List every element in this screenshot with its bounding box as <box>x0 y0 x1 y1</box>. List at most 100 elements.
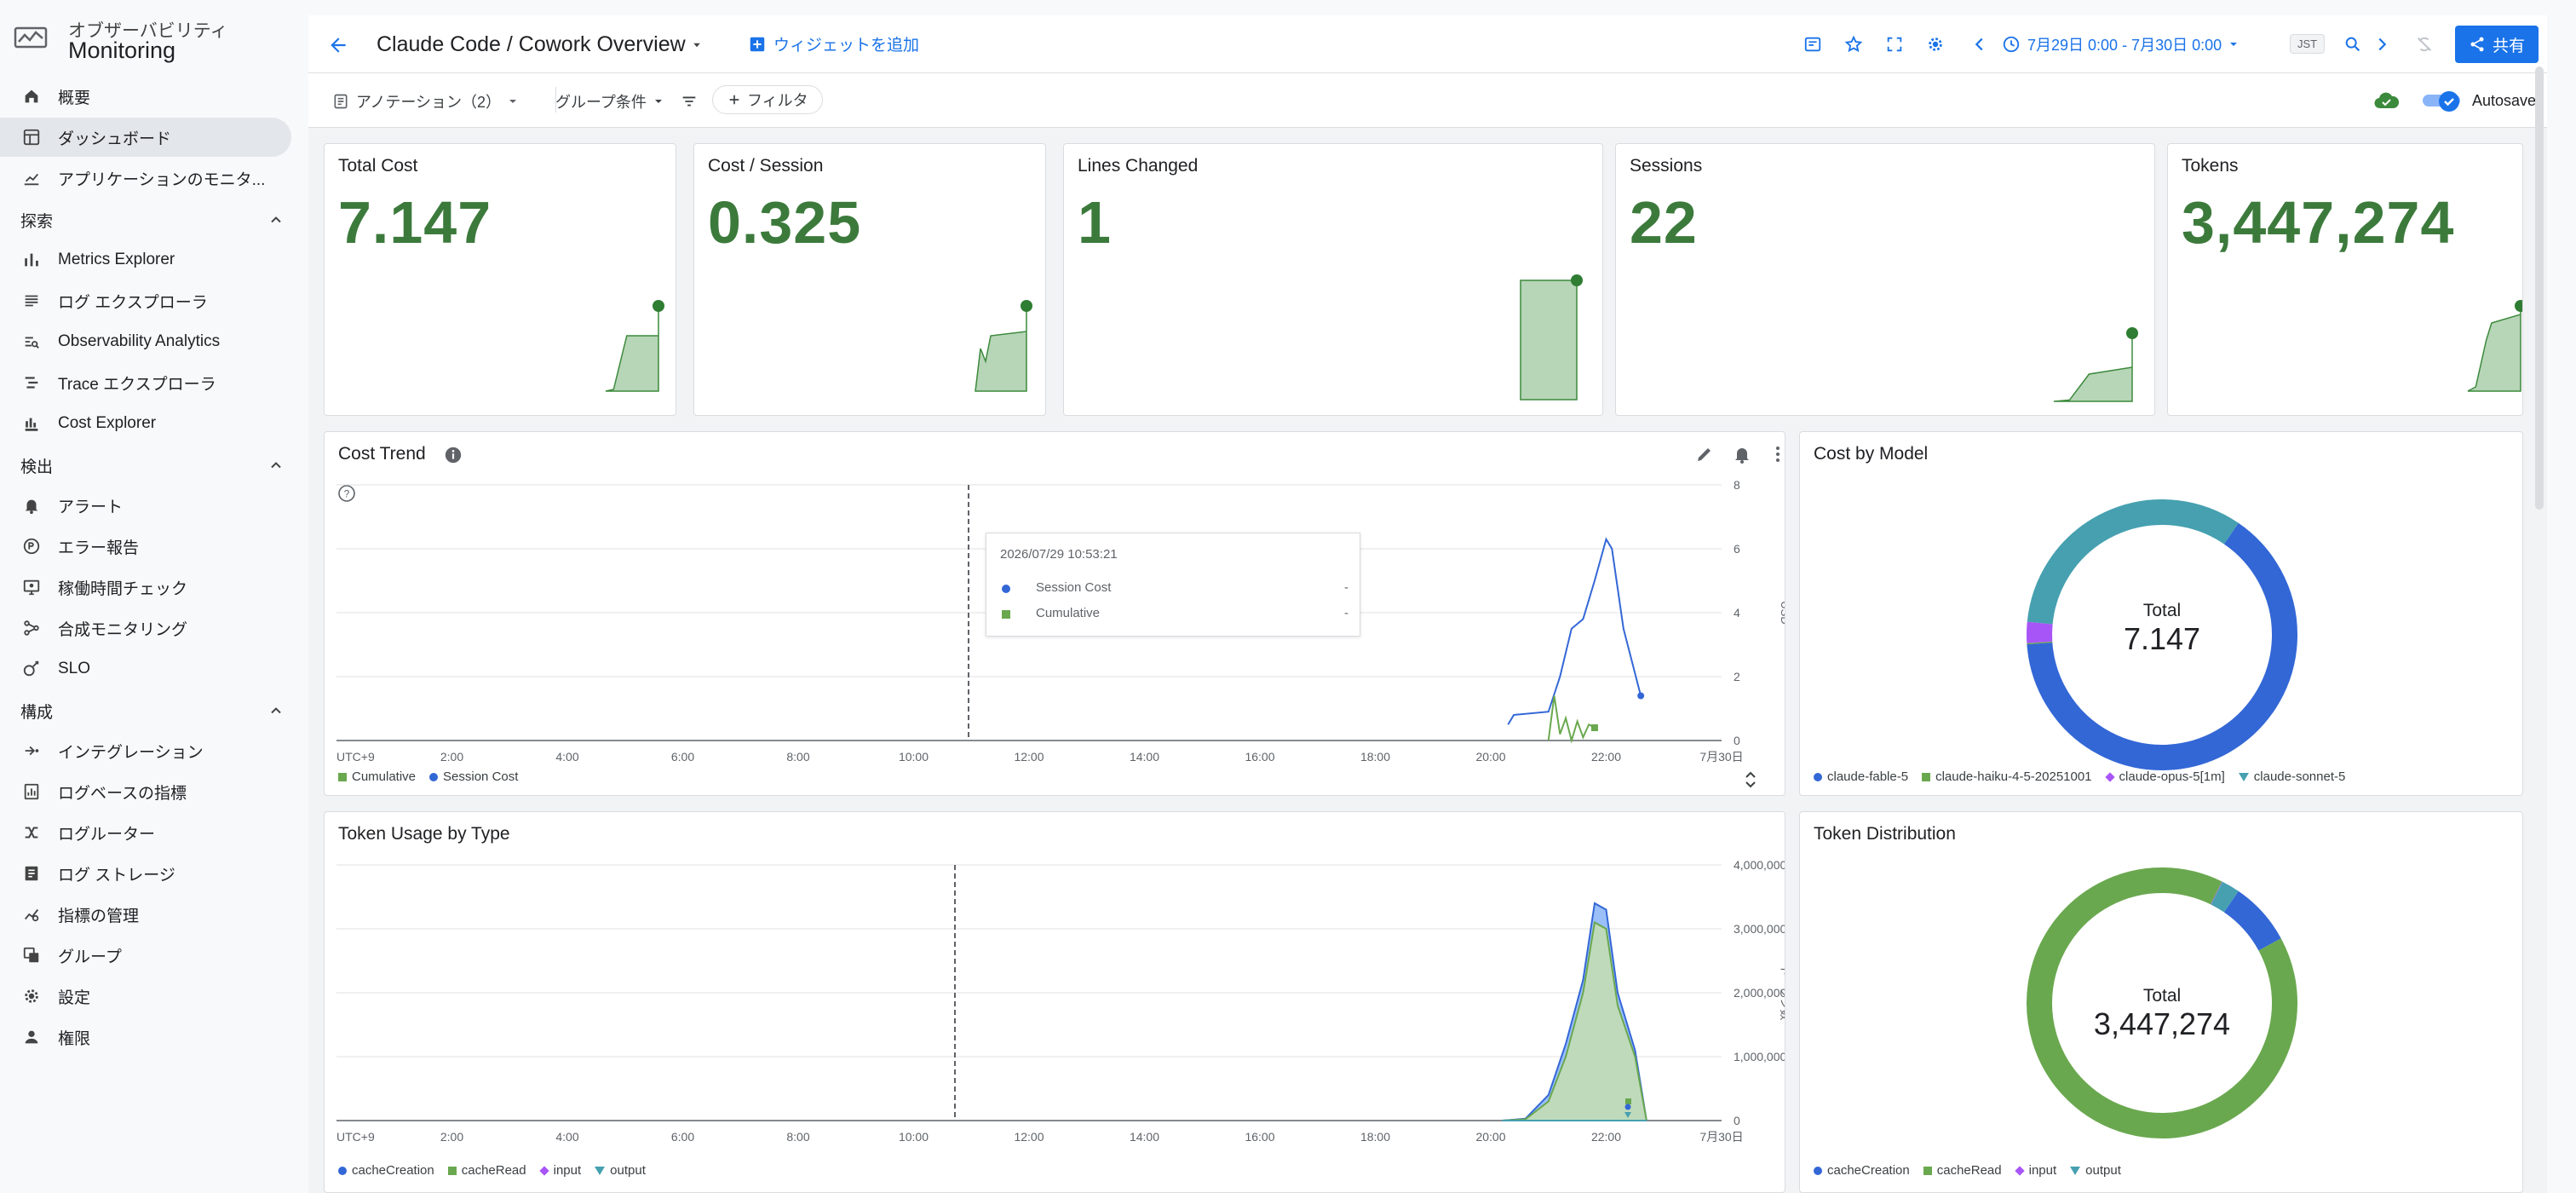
legend-item[interactable]: cacheRead <box>447 1163 526 1178</box>
group-by-dropdown[interactable]: グループ条件 <box>555 90 665 112</box>
scorecard[interactable]: Sessions 22 <box>1615 143 2155 416</box>
clock-icon <box>2003 36 2020 53</box>
sidebar-item[interactable]: アプリケーションのモニタ... <box>0 158 291 198</box>
sidebar-item[interactable]: Observability Analytics <box>0 322 291 361</box>
time-prev-button[interactable] <box>1966 31 1993 58</box>
sidebar-item[interactable]: ログ エクスプローラ <box>0 281 291 320</box>
legend-item[interactable]: Session Cost <box>429 769 518 784</box>
sidebar-item[interactable]: ログ ストレージ <box>0 854 291 893</box>
dashboard-icon <box>23 129 40 146</box>
legend-item[interactable]: Cumulative <box>338 769 416 784</box>
sidebar-item[interactable]: 指標の管理 <box>0 895 291 934</box>
legend-item[interactable]: claude-fable-5 <box>1814 769 1908 784</box>
sidebar-section-header[interactable]: 探索 <box>20 203 285 237</box>
fullscreen-button[interactable] <box>1881 31 1908 58</box>
sidebar-item[interactable]: 合成モニタリング <box>0 608 291 648</box>
zoom-button[interactable] <box>2339 31 2366 58</box>
sidebar-item[interactable]: ダッシュボード <box>0 118 291 157</box>
sidebar-item[interactable]: SLO <box>0 649 291 689</box>
legend-item[interactable]: claude-opus-5[1m] <box>2104 769 2225 784</box>
integration-icon <box>25 746 39 756</box>
series-line-session-cost[interactable] <box>1507 537 1642 725</box>
sidebar-item[interactable]: アラート <box>0 486 291 525</box>
back-arrow-icon[interactable] <box>327 34 349 56</box>
annotation-icon <box>334 94 348 109</box>
autosave-toggle[interactable] <box>2421 90 2464 112</box>
cost-trend-card[interactable]: Cost Trend ? 8 6 4 2 0 UTC+9 2:00 4:00 6:00 8:00 1… <box>324 431 1785 796</box>
legend-item[interactable]: cacheCreation <box>1814 1163 1910 1178</box>
time-next-button[interactable] <box>2368 31 2395 58</box>
legend-label: claude-haiku-4-5-20251001 <box>1935 769 2092 784</box>
legend-item[interactable]: claude-haiku-4-5-20251001 <box>1922 769 2092 784</box>
x-tick-label: 2:00 <box>440 1130 463 1144</box>
scrollbar-thumb[interactable] <box>2535 66 2544 510</box>
y-tick-label: 0 <box>1734 1114 1740 1127</box>
sidebar-item[interactable]: Cost Explorer <box>0 404 291 443</box>
sidebar-item[interactable]: Metrics Explorer <box>0 240 291 280</box>
legend-toggle-button[interactable] <box>1799 31 1826 58</box>
sidebar-item-label: ログベースの指標 <box>58 784 187 803</box>
legend-item[interactable]: output <box>595 1163 646 1178</box>
scorecard[interactable]: Cost / Session 0.325 <box>693 143 1046 416</box>
donut-slice-cachecreation[interactable] <box>2223 890 2281 951</box>
sidebar-item[interactable]: エラー報告 <box>0 527 291 566</box>
sidebar-item[interactable]: 権限 <box>0 1017 291 1057</box>
chevron-up-icon <box>271 707 281 714</box>
token-distribution-card[interactable]: Token Distribution Total 3,447,274 cache… <box>1799 811 2523 1193</box>
legend-item[interactable]: cacheRead <box>1923 1163 2002 1178</box>
sidebar-item[interactable]: Trace エクスプローラ <box>0 363 291 402</box>
sparkline-area <box>1520 280 1578 401</box>
x-tick-label: UTC+9 <box>336 750 375 764</box>
chevron-left-icon <box>1975 37 1983 51</box>
time-range-selector[interactable]: 7月29日 0:00 - 7月30日 0:00 <box>2002 31 2240 58</box>
cost-by-model-card[interactable]: Cost by Model Total 7.147 claude-fable-5… <box>1799 431 2523 796</box>
legend-item[interactable]: input <box>2014 1163 2057 1178</box>
token-usage-card[interactable]: Token Usage by Type 4,000,000 3,000,000 2,… <box>324 811 1785 1193</box>
legend-item[interactable]: claude-sonnet-5 <box>2238 769 2345 784</box>
dashboard-title-dropdown[interactable]: Claude Code / Cowork Overview <box>377 32 704 57</box>
legend-label: input <box>2028 1163 2057 1178</box>
scorecard[interactable]: Tokens 3,447,274 <box>2167 143 2523 416</box>
legend-marker <box>1814 772 1822 781</box>
tooltip-row-name: Session Cost <box>1036 580 1112 595</box>
filter-list-icon[interactable] <box>680 92 699 111</box>
legend-item[interactable]: output <box>2070 1163 2121 1178</box>
sidebar-item[interactable]: 稼働時間チェック <box>0 568 291 607</box>
scorecard[interactable]: Lines Changed 1 <box>1063 143 1603 416</box>
token-usage-chart[interactable]: 4,000,000 3,000,000 2,000,000 1,000,000 0 UTC… <box>325 812 1785 1193</box>
sparkline-area <box>2467 306 2521 392</box>
legend-label: Cumulative <box>352 769 417 784</box>
add-widget-button[interactable]: ウィジェットを追加 <box>748 32 919 55</box>
sidebar-item-label: 概要 <box>58 89 91 107</box>
sidebar-section-header[interactable]: 構成 <box>20 694 285 728</box>
auto-refresh-off-button[interactable] <box>2411 31 2438 58</box>
sparkline-endpoint <box>2515 300 2522 312</box>
share-button[interactable]: 共有 <box>2455 26 2539 63</box>
y-tick-label: 6 <box>1734 542 1740 556</box>
sidebar-item-label: Observability Analytics <box>58 332 221 350</box>
legend-item[interactable]: cacheCreation <box>338 1163 434 1178</box>
sidebar-item[interactable]: ログベースの指標 <box>0 772 291 811</box>
bar-chart-icon <box>25 253 38 267</box>
scorecard[interactable]: Total Cost 7.147 <box>324 143 676 416</box>
group-by-label: グループ条件 <box>555 94 647 111</box>
sidebar-item[interactable]: 設定 <box>0 977 291 1016</box>
donut-total-label: Total <box>2142 986 2182 1006</box>
sidebar-item[interactable]: ログルーター <box>0 813 291 852</box>
annotation-dropdown[interactable]: アノテーション（2） <box>332 90 520 112</box>
series-line-cumulative[interactable] <box>1547 695 1596 744</box>
timezone-badge[interactable]: JST <box>2290 34 2326 54</box>
legend-item[interactable]: input <box>538 1163 581 1178</box>
settings-button[interactable] <box>1922 31 1949 58</box>
sidebar-item[interactable]: 概要 <box>0 77 291 116</box>
expand-legend-icon[interactable] <box>1742 769 1759 790</box>
legend-label: cacheCreation <box>1827 1163 1910 1178</box>
star-button[interactable] <box>1840 31 1867 58</box>
sidebar-section-header[interactable]: 検出 <box>20 448 285 482</box>
donut-slice-output[interactable] <box>2211 881 2239 913</box>
sidebar-item[interactable]: グループ <box>0 936 291 975</box>
add-filter-button[interactable]: フィルタ <box>712 85 823 114</box>
sparkline <box>2467 300 2522 392</box>
sidebar-item[interactable]: インテグレーション <box>0 731 291 770</box>
gear-icon <box>25 989 38 1003</box>
